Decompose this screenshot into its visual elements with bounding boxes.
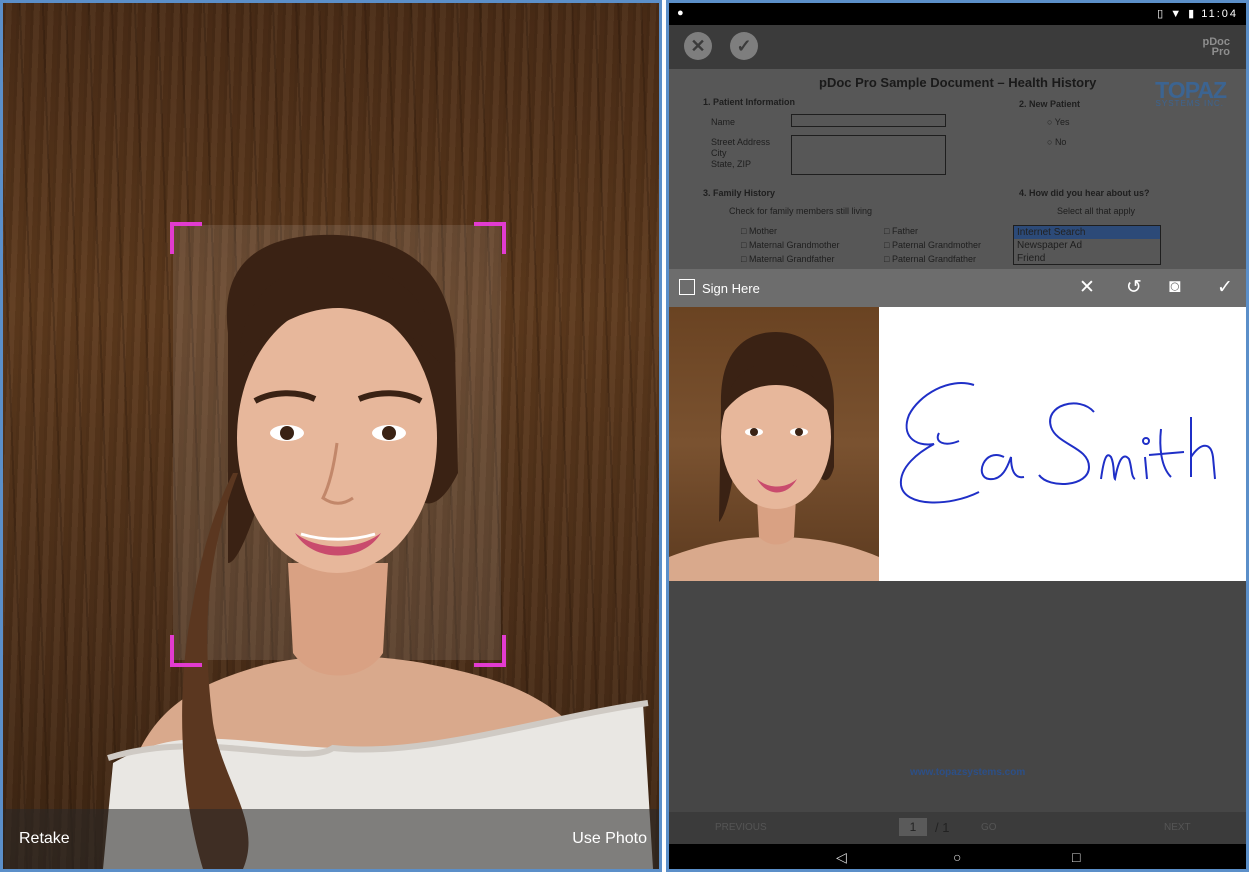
- sign-here-label: Sign Here: [702, 281, 760, 296]
- hear-hint: Select all that apply: [1057, 206, 1136, 216]
- tablet-screen: ● ▯ ▼ ▮ 11:04 ✕ ✓ pDoc Pro pDoc Pro Samp…: [666, 0, 1249, 872]
- father-label: Father: [891, 226, 918, 236]
- home-icon[interactable]: ○: [953, 849, 961, 865]
- retake-button[interactable]: Retake: [19, 830, 70, 848]
- page-navigation: PREVIOUS 1 / 1 GO NEXT: [669, 812, 1246, 844]
- thumbnail-portrait: [669, 332, 879, 581]
- pgf-label: Paternal Grandfather: [891, 254, 976, 264]
- street-label: Street Address: [711, 137, 771, 147]
- address-field[interactable]: [791, 135, 946, 175]
- check-father[interactable]: □ Father: [884, 226, 918, 236]
- crop-corner-top-left[interactable]: [170, 222, 202, 254]
- previous-button[interactable]: PREVIOUS: [715, 822, 767, 833]
- radio-no[interactable]: ○ No: [1047, 137, 1066, 147]
- crop-corner-bottom-right[interactable]: [474, 635, 506, 667]
- section-family-history: 3. Family History: [703, 188, 776, 198]
- brand-line2: Pro: [1211, 46, 1230, 58]
- mother-label: Mother: [748, 226, 777, 236]
- system-navigation-bar: ◁ ○ □: [669, 844, 1246, 869]
- family-hint: Check for family members still living: [729, 206, 873, 216]
- mgf-label: Maternal Grandfather: [748, 254, 835, 264]
- recents-icon[interactable]: □: [1072, 849, 1080, 865]
- website-link[interactable]: www.topazsystems.com: [910, 767, 1025, 778]
- signature-ink: [899, 382, 1216, 504]
- city-label: City: [711, 148, 727, 158]
- notification-icon: ●: [677, 7, 684, 19]
- crop-corner-bottom-left[interactable]: [170, 635, 202, 667]
- check-maternal-grandmother[interactable]: □ Maternal Grandmother: [741, 240, 839, 250]
- document-title: pDoc Pro Sample Document – Health Histor…: [819, 75, 1097, 90]
- pdoc-pro-logo: pDoc Pro: [1203, 37, 1231, 58]
- section-hear-about: 4. How did you hear about us?: [1019, 188, 1150, 198]
- section-new-patient: 2. New Patient: [1019, 99, 1081, 109]
- camera-preview: Retake Use Photo: [0, 0, 662, 872]
- check-paternal-grandfather[interactable]: □ Paternal Grandfather: [884, 254, 976, 264]
- check-maternal-grandfather[interactable]: □ Maternal Grandfather: [741, 254, 834, 264]
- no-label: No: [1054, 137, 1067, 147]
- status-icons: ▯ ▼ ▮ 11:04: [1157, 8, 1238, 20]
- go-button[interactable]: GO: [981, 822, 997, 833]
- camera-icon[interactable]: ◙: [1169, 276, 1180, 298]
- status-bar: ● ▯ ▼ ▮ 11:04: [669, 3, 1246, 25]
- name-label: Name: [711, 117, 736, 127]
- yes-label: Yes: [1054, 117, 1070, 127]
- mgm-label: Maternal Grandmother: [748, 240, 840, 250]
- camera-action-bar: Retake Use Photo: [3, 809, 659, 869]
- page-total: / 1: [935, 820, 950, 835]
- app-toolbar: ✕ ✓ pDoc Pro: [669, 25, 1246, 69]
- list-item[interactable]: Friend: [1014, 252, 1160, 264]
- signer-photo-thumbnail: [669, 307, 879, 581]
- back-icon[interactable]: ◁: [836, 849, 847, 866]
- signature-pen-icon: [679, 279, 695, 295]
- crop-corner-top-right[interactable]: [474, 222, 506, 254]
- page-number-input[interactable]: 1: [899, 818, 927, 836]
- state-label: State, ZIP: [711, 159, 752, 169]
- pgm-label: Paternal Grandmother: [891, 240, 981, 250]
- radio-yes[interactable]: ○ Yes: [1047, 117, 1069, 127]
- topaz-logo-sub: SYSTEMS INC.: [1155, 99, 1224, 108]
- use-photo-button[interactable]: Use Photo: [572, 830, 647, 848]
- signature-pad[interactable]: [669, 307, 1246, 581]
- portrait-photo: [103, 234, 653, 869]
- list-item[interactable]: Newspaper Ad: [1014, 239, 1160, 252]
- sign-toolbar: Sign Here ✕ ↺ ◙ ✓: [669, 269, 1246, 307]
- check-paternal-grandmother[interactable]: □ Paternal Grandmother: [884, 240, 981, 250]
- name-field[interactable]: [791, 114, 946, 127]
- section-patient-info: 1. Patient Information: [703, 97, 796, 107]
- undo-icon[interactable]: ↺: [1126, 276, 1142, 299]
- clock: 11:04: [1201, 8, 1238, 20]
- accept-check-icon[interactable]: ✓: [1217, 276, 1233, 299]
- hear-listbox[interactable]: Internet Search Newspaper Ad Friend: [1013, 225, 1161, 265]
- check-icon[interactable]: ✓: [730, 32, 758, 60]
- clear-icon[interactable]: ✕: [1079, 276, 1095, 299]
- list-item[interactable]: Internet Search: [1014, 226, 1160, 239]
- next-button[interactable]: NEXT: [1164, 822, 1191, 833]
- cancel-icon[interactable]: ✕: [684, 32, 712, 60]
- document-footer-area: www.topazsystems.com: [669, 581, 1246, 812]
- check-mother[interactable]: □ Mother: [741, 226, 777, 236]
- document-view[interactable]: pDoc Pro Sample Document – Health Histor…: [669, 69, 1246, 269]
